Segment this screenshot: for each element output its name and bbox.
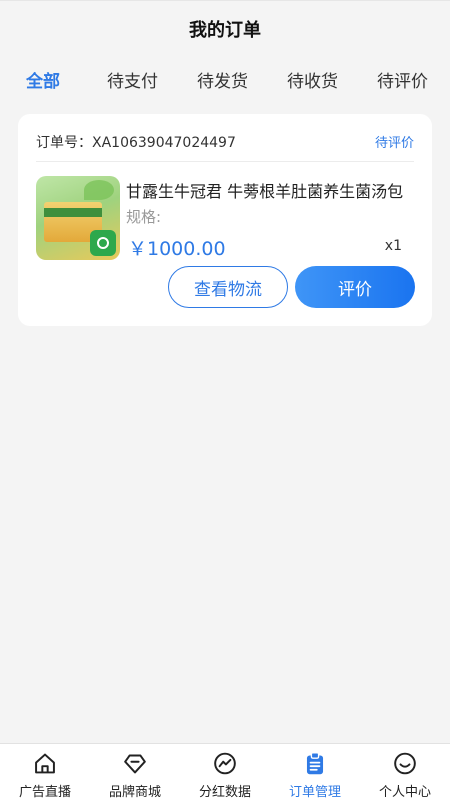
chart-icon — [214, 752, 236, 775]
tabbar-item-dividend-data[interactable]: 分红数据 — [180, 744, 270, 800]
product-thumbnail[interactable] — [36, 176, 120, 260]
tabbar-item-personal-center[interactable]: 个人中心 — [360, 744, 450, 800]
order-number: 订单号：XA10639047024497 — [36, 132, 236, 152]
review-button[interactable]: 评价 — [295, 266, 415, 308]
view-logistics-button[interactable]: 查看物流 — [168, 266, 288, 308]
tabbar-label: 广告直播 — [18, 785, 71, 800]
tabbar-item-brand-mall[interactable]: 品牌商城 — [90, 744, 180, 800]
order-card[interactable]: 订单号：XA10639047024497 待评价 甘露生牛冠君 牛蒡根羊肚菌养生… — [18, 114, 432, 326]
order-header: 订单号：XA10639047024497 待评价 — [36, 132, 414, 162]
diamond-icon — [124, 754, 146, 774]
smile-icon — [394, 752, 416, 775]
tab-pending-review[interactable]: 待评价 — [377, 67, 428, 92]
tabbar-label: 个人中心 — [378, 785, 431, 800]
tab-pending-receipt[interactable]: 待收货 — [287, 67, 338, 92]
leaf-decoration — [84, 180, 114, 200]
page-title: 我的订单 — [189, 19, 261, 41]
tabbar-item-ad-live[interactable]: 广告直播 — [0, 744, 90, 800]
tabbar-label: 品牌商城 — [108, 785, 161, 800]
product-name[interactable]: 甘露生牛冠君 牛蒡根羊肚菌养生菌汤包 — [126, 178, 408, 202]
tab-pending-shipment[interactable]: 待发货 — [197, 67, 248, 92]
order-number-label: 订单号： — [36, 135, 92, 151]
tabbar-label: 订单管理 — [288, 785, 341, 800]
product-spec: 规格: — [126, 208, 162, 226]
tabbar-label: 分红数据 — [198, 785, 251, 800]
order-number-value: XA10639047024497 — [92, 135, 236, 151]
brand-badge-icon — [90, 230, 116, 256]
order-status-tabs: 全部 待支付 待发货 待收货 待评价 — [0, 56, 450, 100]
product-price: ￥1000.00 — [128, 238, 226, 260]
order-status-badge: 待评价 — [374, 136, 414, 151]
product-quantity: x1 — [384, 238, 402, 254]
page-header: 我的订单 — [0, 0, 450, 56]
tab-pending-payment[interactable]: 待支付 — [107, 67, 158, 92]
home-icon — [35, 753, 55, 774]
tabbar-item-order-management[interactable]: 订单管理 — [270, 744, 360, 800]
clipboard-icon — [306, 752, 324, 775]
tab-all[interactable]: 全部 — [26, 67, 60, 92]
bottom-tabbar: 广告直播 品牌商城 分红数据 订单管理 个人中心 — [0, 743, 450, 800]
